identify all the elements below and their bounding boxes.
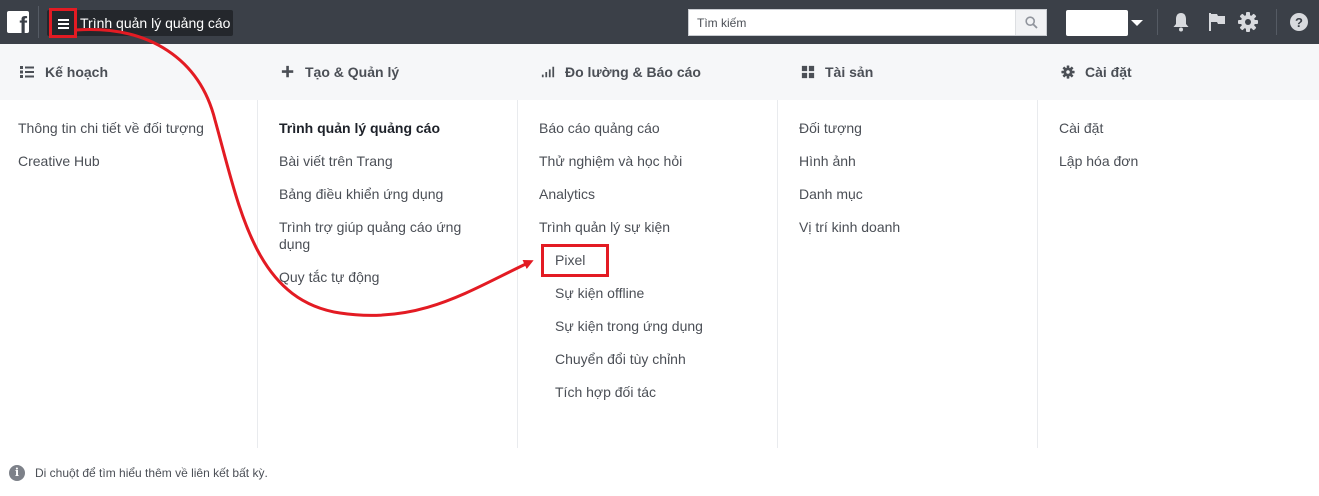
menu-link-app-events[interactable]: Sự kiện trong ứng dụng — [555, 318, 703, 335]
column-heading-label: Tạo & Quản lý — [305, 64, 400, 80]
column-divider — [777, 100, 778, 448]
svg-text:?: ? — [1295, 15, 1303, 30]
column-heading-plan: Kế hoạch — [19, 44, 108, 100]
menu-link-custom-conversions[interactable]: Chuyển đổi tùy chỉnh — [555, 351, 686, 368]
menu-link-business-locations[interactable]: Vị trí kinh doanh — [799, 219, 900, 236]
flag-icon[interactable] — [1206, 11, 1228, 33]
column-heading-label: Cài đặt — [1085, 64, 1132, 80]
account-selector[interactable] — [1066, 10, 1144, 36]
column-heading-label: Tài sản — [825, 64, 874, 80]
gear-icon — [1061, 65, 1075, 79]
column-divider — [517, 100, 518, 448]
menu-link-test-and-learn[interactable]: Thử nghiệm và học hỏi — [539, 153, 682, 170]
column-divider — [257, 100, 258, 448]
search-input[interactable] — [689, 10, 1015, 35]
search-bar — [688, 9, 1047, 36]
info-icon: i — [9, 465, 25, 481]
menu-link-billing[interactable]: Lập hóa đơn — [1059, 153, 1138, 170]
divider — [1276, 9, 1277, 35]
account-name — [1066, 10, 1128, 36]
search-button[interactable] — [1015, 10, 1046, 35]
menu-link-catalogs[interactable]: Danh mục — [799, 186, 863, 203]
menu-link-settings[interactable]: Cài đặt — [1059, 120, 1103, 137]
list-icon — [20, 66, 34, 78]
menu-link-ads-manager[interactable]: Trình quản lý quảng cáo — [279, 120, 440, 137]
footer-hint: i Di chuột để tìm hiểu thêm về liên kết … — [9, 465, 268, 481]
column-heading-label: Kế hoạch — [45, 64, 109, 80]
bar-chart-icon — [541, 66, 555, 78]
bell-icon[interactable] — [1170, 11, 1192, 33]
divider — [1157, 9, 1158, 35]
pixel-highlight-box — [541, 244, 609, 277]
menu-link-app-dashboard[interactable]: Bảng điều khiển ứng dụng — [279, 186, 443, 203]
menu-link-audience-insights[interactable]: Thông tin chi tiết về đối tượng — [18, 120, 204, 137]
chevron-down-icon — [1131, 20, 1143, 26]
footer-hint-text: Di chuột để tìm hiểu thêm về liên kết bấ… — [35, 466, 268, 480]
menu-link-automated-rules[interactable]: Quy tắc tự động — [279, 269, 379, 286]
column-divider — [1037, 100, 1038, 448]
plus-icon — [281, 65, 294, 78]
app-title: Trình quản lý quảng cáo — [80, 15, 231, 31]
top-bar: f Trình quản lý quảng cáo Tìm kiếm ? — [0, 0, 1319, 44]
hamburger-menu-icon[interactable] — [49, 8, 77, 38]
column-heading-measure: Đo lường & Báo cáo — [541, 44, 701, 100]
column-heading-create: Tạo & Quản lý — [281, 44, 399, 100]
grid-icon — [801, 65, 815, 79]
help-icon[interactable]: ? — [1289, 12, 1309, 32]
menu-link-audiences[interactable]: Đối tượng — [799, 120, 862, 137]
menu-link-creative-hub[interactable]: Creative Hub — [18, 153, 100, 170]
divider — [38, 6, 39, 38]
menu-header-row: Kế hoạch Tạo & Quản lý Đo lường & Báo cá… — [0, 44, 1319, 100]
menu-link-analytics[interactable]: Analytics — [539, 186, 595, 203]
menu-link-images[interactable]: Hình ảnh — [799, 153, 856, 170]
menu-link-ads-reporting[interactable]: Báo cáo quảng cáo — [539, 120, 660, 137]
menu-link-events-manager[interactable]: Trình quản lý sự kiện — [539, 219, 670, 236]
gear-icon[interactable] — [1237, 11, 1259, 33]
menu-link-page-posts[interactable]: Bài viết trên Trang — [279, 153, 393, 170]
search-icon — [1025, 16, 1038, 29]
menu-link-partner-integrations[interactable]: Tích hợp đối tác — [555, 384, 656, 401]
menu-link-offline-events[interactable]: Sự kiện offline — [555, 285, 644, 302]
menu-link-app-ads-helper[interactable]: Trình trợ giúp quảng cáo ứng dụng — [279, 219, 479, 253]
column-heading-assets: Tài sản — [801, 44, 873, 100]
column-heading-label: Đo lường & Báo cáo — [565, 64, 701, 80]
column-heading-settings: Cài đặt — [1061, 44, 1132, 100]
app-switcher[interactable]: Trình quản lý quảng cáo — [47, 8, 233, 38]
facebook-logo-icon[interactable]: f — [7, 11, 29, 37]
